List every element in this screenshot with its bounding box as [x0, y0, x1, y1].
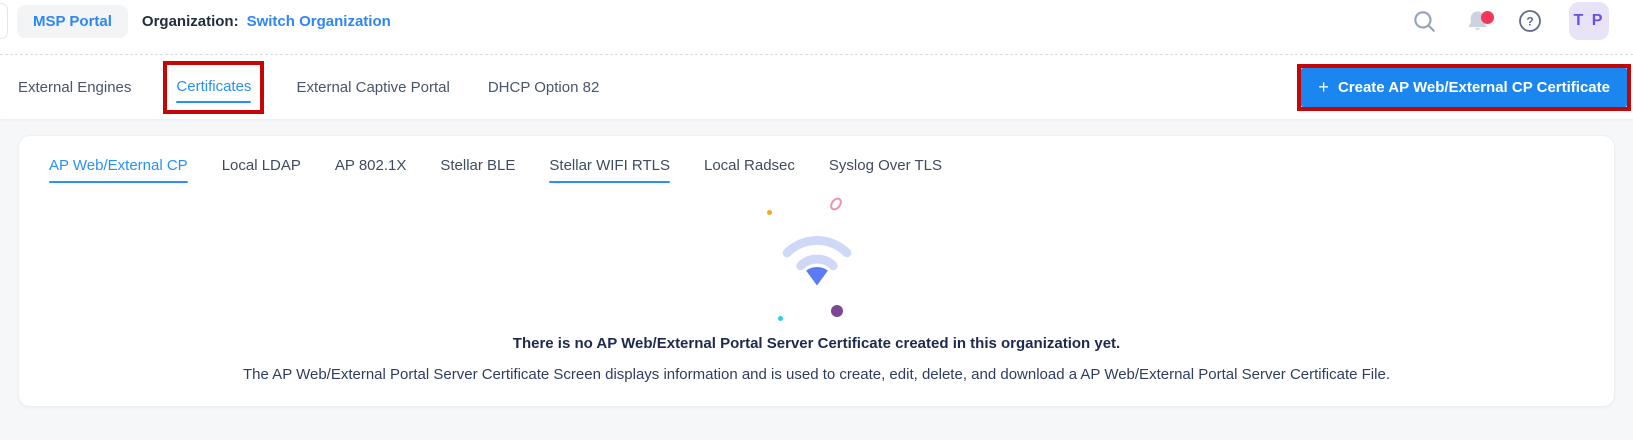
- tab-local-ldap[interactable]: Local LDAP: [222, 149, 301, 187]
- tab-stellar-ble[interactable]: Stellar BLE: [440, 149, 515, 187]
- wifi-icon: [782, 236, 851, 286]
- empty-state-graphic: [667, 189, 967, 321]
- empty-state-description: The AP Web/External Portal Server Certif…: [243, 366, 1390, 383]
- organization-label: Organization:: [141, 12, 239, 30]
- sidebar-edge: [0, 3, 8, 39]
- annotation-box-create-button: + Create AP Web/External CP Certificate: [1297, 63, 1631, 111]
- decor-dot-purple: [830, 305, 843, 317]
- top-header: MSP Portal Organization: Switch Organiza…: [0, 0, 1633, 55]
- tab-stellar-wifi-rtls[interactable]: Stellar WIFI RTLS: [549, 149, 670, 187]
- tab-external-engines[interactable]: External Engines: [18, 67, 131, 108]
- tab-syslog-over-tls[interactable]: Syslog Over TLS: [829, 149, 942, 187]
- decor-dot-orange: [766, 210, 772, 215]
- notification-badge: [1481, 10, 1494, 24]
- msp-portal-button[interactable]: MSP Portal: [17, 4, 128, 38]
- tab-certificates[interactable]: Certificates: [176, 66, 252, 107]
- decor-ring-pink: [827, 195, 844, 213]
- switch-organization-link[interactable]: Switch Organization: [247, 13, 391, 30]
- tab-external-captive-portal[interactable]: External Captive Portal: [296, 67, 449, 108]
- main-tab-bar: External Engines Certificates External C…: [0, 55, 1633, 119]
- certificates-card: AP Web/External CP Local LDAP AP 802.1X …: [18, 135, 1615, 407]
- create-button-label: Create AP Web/External CP Certificate: [1337, 78, 1610, 96]
- tab-ap-web-external-cp[interactable]: AP Web/External CP: [49, 149, 188, 187]
- help-icon[interactable]: ?: [1518, 9, 1542, 33]
- certificate-type-tab-bar: AP Web/External CP Local LDAP AP 802.1X …: [19, 136, 1614, 187]
- header-actions: ? T P: [1411, 2, 1609, 40]
- user-avatar[interactable]: T P: [1569, 2, 1609, 40]
- tab-ap-8021x[interactable]: AP 802.1X: [335, 149, 406, 187]
- plus-icon: +: [1318, 77, 1329, 97]
- svg-text:?: ?: [1526, 14, 1533, 28]
- tab-local-radsec[interactable]: Local Radsec: [704, 149, 795, 187]
- decor-dot-cyan: [777, 316, 783, 321]
- annotation-box-certificates: Certificates: [163, 60, 265, 114]
- search-icon[interactable]: [1411, 8, 1437, 34]
- notifications-bell-icon[interactable]: [1464, 8, 1494, 35]
- empty-state-title: There is no AP Web/External Portal Serve…: [512, 335, 1121, 352]
- tab-dhcp-option-82[interactable]: DHCP Option 82: [488, 67, 599, 108]
- create-ap-web-external-cp-certificate-button[interactable]: + Create AP Web/External CP Certificate: [1301, 67, 1627, 107]
